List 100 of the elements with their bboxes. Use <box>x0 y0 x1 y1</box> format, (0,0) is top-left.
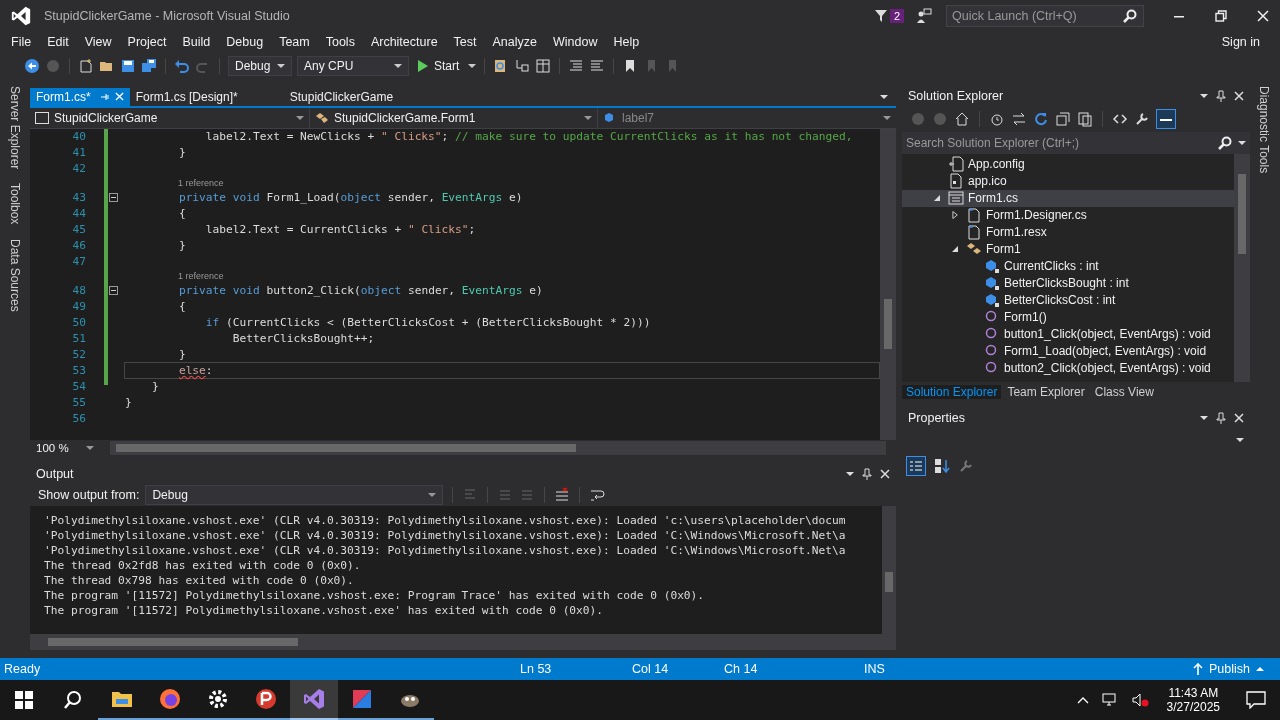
quick-launch-field[interactable]: Quick Launch (Ctrl+Q) <box>946 4 1144 27</box>
menu-item[interactable]: Test <box>445 34 485 49</box>
panel-tab[interactable]: Team Explorer <box>1003 384 1089 399</box>
tree-item[interactable]: App.config <box>902 155 1234 173</box>
close-icon[interactable] <box>880 468 890 479</box>
expanded-icon[interactable] <box>933 194 941 203</box>
document-tab[interactable]: Form1.cs* <box>30 87 130 106</box>
back-icon[interactable] <box>24 57 40 74</box>
indent-icon[interactable] <box>568 57 585 74</box>
wrench-icon[interactable] <box>1134 110 1150 127</box>
tree-item[interactable]: Form1() <box>902 308 1234 326</box>
new-project-icon[interactable] <box>78 57 94 74</box>
tree-item[interactable]: Form1.resx <box>902 223 1234 241</box>
start-icon[interactable] <box>15 691 33 709</box>
sign-in-link[interactable]: Sign in <box>1221 34 1260 49</box>
menu-item[interactable]: Tools <box>317 34 363 49</box>
menu-item[interactable]: View <box>76 34 120 49</box>
menu-item[interactable]: Project <box>119 34 175 49</box>
volume-muted-icon[interactable] <box>1130 692 1149 708</box>
tree-item[interactable]: app.ico <box>902 172 1234 190</box>
menu-item[interactable]: Debug <box>218 34 272 49</box>
notification-icon[interactable] <box>1246 691 1266 709</box>
project-dropdown[interactable]: StupidClickerGame <box>30 107 310 128</box>
show-all-files-icon[interactable] <box>1077 110 1093 127</box>
member-dropdown[interactable]: label7 <box>598 107 896 128</box>
tree-item[interactable]: Form1.Designer.cs <box>902 206 1234 224</box>
home-icon[interactable] <box>954 110 970 127</box>
search-icon[interactable] <box>1123 8 1137 23</box>
platform-dropdown[interactable]: Any CPU <box>297 55 409 76</box>
menu-item[interactable]: Team <box>271 34 318 49</box>
clear-all-icon[interactable] <box>554 486 571 503</box>
caret-icon[interactable] <box>1200 93 1208 98</box>
tree-item[interactable]: Form1_Load(object, EventArgs) : void <box>902 342 1234 360</box>
side-tab[interactable]: Toolbox <box>8 183 22 225</box>
restore-icon[interactable] <box>1215 9 1227 22</box>
pin-icon[interactable] <box>1216 411 1226 424</box>
caret-icon[interactable] <box>1200 415 1208 420</box>
class-dropdown[interactable]: StupidClickerGame.Form1 <box>310 107 598 128</box>
search-icon[interactable] <box>63 690 83 710</box>
zoom-dropdown[interactable]: 100 % <box>30 442 100 455</box>
document-tab[interactable]: StupidClickerGame <box>283 87 400 106</box>
vertical-scrollbar[interactable] <box>1234 153 1250 382</box>
menu-item[interactable]: Help <box>605 34 648 49</box>
close-icon[interactable] <box>1257 9 1269 22</box>
pin-icon[interactable] <box>1216 89 1226 102</box>
menu-item[interactable]: File <box>3 34 40 49</box>
pin-icon[interactable] <box>862 467 872 480</box>
tab-list-caret-icon[interactable] <box>880 94 888 99</box>
taskbar-app[interactable] <box>290 680 338 720</box>
feedback-icon[interactable] <box>916 7 932 24</box>
tree-item[interactable]: BetterClicksCost : int <box>902 291 1234 309</box>
search-input[interactable]: Search Solution Explorer (Ctrl+;) <box>902 134 1212 151</box>
reference-count-link[interactable]: 1 reference <box>178 178 224 189</box>
collapsed-icon[interactable] <box>951 210 959 221</box>
preview-icon[interactable] <box>1156 108 1176 129</box>
caret-icon[interactable] <box>1238 140 1246 145</box>
tree-item[interactable]: Form1 <box>902 240 1234 258</box>
menu-item[interactable]: Window <box>545 34 606 49</box>
tree-item[interactable]: Form1.cs <box>902 189 1234 207</box>
tree-item[interactable]: CurrentClicks : int <box>902 257 1234 275</box>
expanded-icon[interactable] <box>951 245 959 254</box>
reference-count-link[interactable]: 1 reference <box>178 271 224 282</box>
notification-badge[interactable]: 2 <box>889 8 904 23</box>
menu-item[interactable]: Architecture <box>362 34 446 49</box>
tree-item[interactable]: BetterClicksBought : int <box>902 274 1234 292</box>
search-field[interactable]: Search Solution Explorer (Ctrl+;) <box>902 131 1250 154</box>
start-button[interactable]: Start <box>414 56 464 75</box>
panel-tab[interactable]: Solution Explorer <box>902 384 1002 399</box>
vertical-scrollbar[interactable] <box>880 128 896 440</box>
configuration-dropdown[interactable]: Debug <box>228 55 292 76</box>
side-tab[interactable]: Diagnostic Tools <box>1257 85 1271 173</box>
pin-icon[interactable] <box>99 91 110 102</box>
output-source-dropdown[interactable]: Debug <box>145 484 444 505</box>
panel-tab[interactable]: Class View <box>1090 384 1158 399</box>
tree-item[interactable]: button1_Click(object, EventArgs) : void <box>902 325 1234 343</box>
vertical-scrollbar[interactable] <box>882 505 896 634</box>
menu-item[interactable]: Edit <box>39 34 77 49</box>
categorized-icon[interactable] <box>906 455 926 476</box>
save-icon[interactable] <box>120 57 136 74</box>
network-icon[interactable] <box>1100 692 1119 708</box>
alphabetical-icon[interactable] <box>934 457 950 474</box>
menu-item[interactable]: Analyze <box>484 34 545 49</box>
collapse-all-icon[interactable] <box>1055 110 1071 127</box>
filter-icon[interactable] <box>873 8 888 23</box>
side-tab[interactable]: Server Explorer <box>8 85 22 170</box>
horizontal-scrollbar[interactable] <box>110 441 886 456</box>
sync-icon[interactable] <box>1011 110 1027 127</box>
publish-button[interactable]: Publish <box>1187 661 1270 678</box>
menu-item[interactable]: Build <box>174 34 219 49</box>
save-all-icon[interactable] <box>141 57 157 74</box>
caret-icon[interactable] <box>846 471 854 476</box>
step-icon[interactable] <box>514 57 531 74</box>
caret-icon[interactable] <box>468 63 477 68</box>
tree-item[interactable]: button2_Click(object, EventArgs) : void <box>902 359 1234 377</box>
search-icon[interactable] <box>1218 135 1232 150</box>
refresh-icon[interactable] <box>1033 110 1049 127</box>
outdent-icon[interactable] <box>589 57 606 74</box>
close-icon[interactable] <box>1234 412 1244 423</box>
chevron-up-icon[interactable] <box>1076 696 1089 704</box>
side-tab[interactable]: Data Sources <box>8 238 22 312</box>
